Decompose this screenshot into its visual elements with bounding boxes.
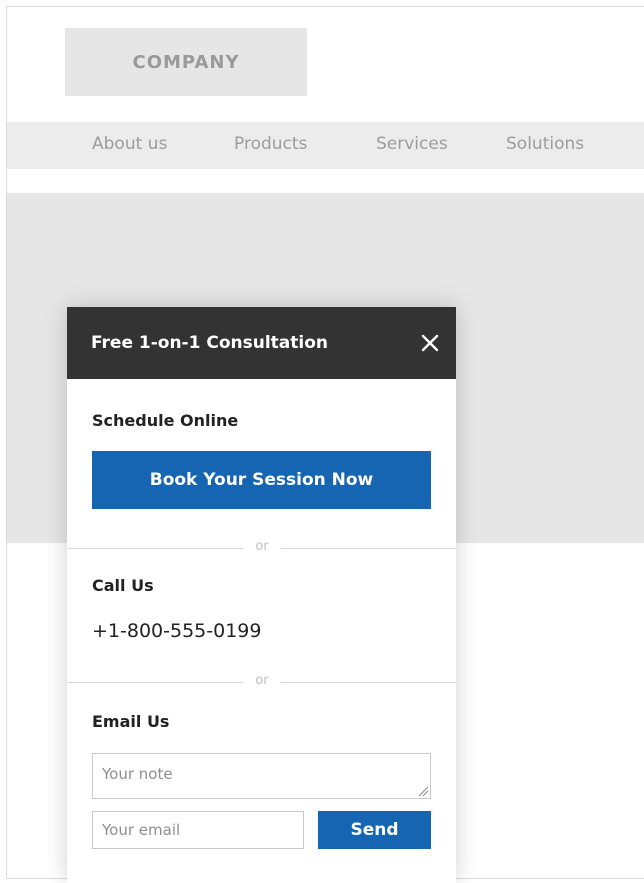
modal-header: Free 1-on-1 Consultation xyxy=(67,307,456,379)
company-logo[interactable]: COMPANY xyxy=(65,28,307,96)
email-us-label: Email Us xyxy=(92,712,170,731)
phone-number[interactable]: +1-800-555-0199 xyxy=(92,620,261,642)
email-field[interactable] xyxy=(92,811,304,849)
resize-handle-icon[interactable] xyxy=(417,785,429,797)
nav-item-about-us[interactable]: About us xyxy=(92,134,167,154)
divider-2-text: or xyxy=(243,673,281,688)
main-nav: About us Products Services Solutions xyxy=(7,122,644,169)
send-button[interactable]: Send xyxy=(318,811,431,849)
call-us-label: Call Us xyxy=(92,576,154,595)
nav-item-products[interactable]: Products xyxy=(234,134,307,154)
logo-text: COMPANY xyxy=(132,51,240,73)
consultation-modal: Free 1-on-1 Consultation Schedule Online… xyxy=(67,307,456,883)
close-icon[interactable] xyxy=(420,333,440,353)
schedule-online-label: Schedule Online xyxy=(92,411,239,430)
divider-1-text: or xyxy=(243,539,281,554)
modal-title: Free 1-on-1 Consultation xyxy=(91,333,328,353)
note-field[interactable] xyxy=(92,753,431,799)
nav-item-services[interactable]: Services xyxy=(376,134,448,154)
nav-item-solutions[interactable]: Solutions xyxy=(506,134,584,154)
book-session-button[interactable]: Book Your Session Now xyxy=(92,451,431,509)
